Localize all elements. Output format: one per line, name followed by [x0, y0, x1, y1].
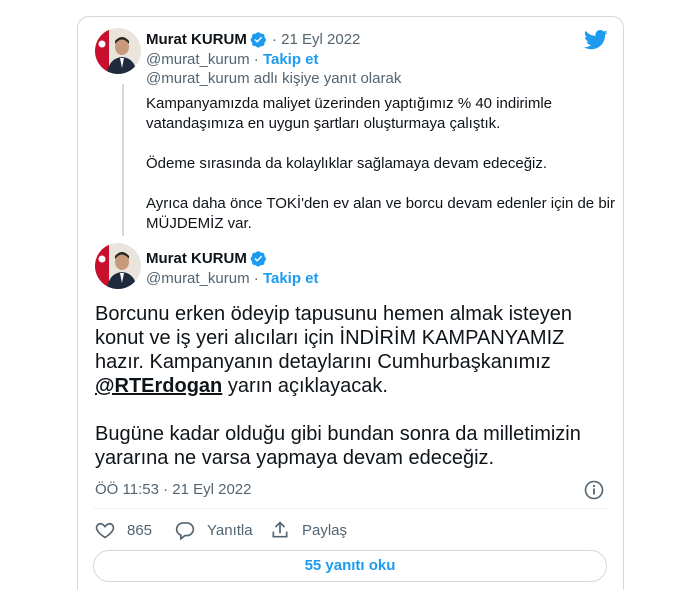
- like-count: 865: [127, 521, 153, 539]
- follow-button[interactable]: Takip et: [263, 51, 319, 68]
- tweet-paragraph: Ayrıca daha önce TOKİ'den ev alan ve bor…: [146, 195, 615, 232]
- mention-link[interactable]: @RTErdogan: [95, 375, 222, 397]
- date-text[interactable]: 21 Eyl 2022: [281, 31, 360, 48]
- tweet-paragraph: Borcunu erken ödeyip tapusunu hemen alma…: [95, 302, 615, 398]
- verified-badge-icon: [250, 250, 267, 272]
- author-name[interactable]: Murat KURUM: [146, 31, 247, 48]
- follow-button[interactable]: Takip et: [263, 270, 319, 287]
- tweet-timestamp[interactable]: ÖÖ 11:53 · 21 Eyl 2022: [95, 481, 251, 498]
- author-handle[interactable]: @murat_kurum: [146, 270, 250, 287]
- info-icon[interactable]: [584, 480, 604, 505]
- heart-icon: [95, 522, 115, 539]
- tweet-text-part: yarın açıklayacak.: [222, 375, 388, 397]
- divider: [93, 508, 607, 509]
- thread-line: [122, 84, 124, 236]
- tweet-paragraph: Kampanyamızda maliyet üzerinden yaptığım…: [146, 95, 553, 132]
- tweet-paragraph: Bugüne kadar olduğu gibi bundan sonra da…: [95, 423, 581, 469]
- handle-line: @murat_kurum · Takip et: [146, 51, 319, 68]
- author-name[interactable]: Murat KURUM: [146, 250, 247, 267]
- reply-context: @murat_kurum adlı kişiye yanıt olarak: [146, 70, 402, 87]
- share-icon: [272, 521, 288, 538]
- share-button[interactable]: Paylaş: [270, 520, 347, 540]
- quoted-tweet-text: Kampanyamızda maliyet üzerinden yaptığım…: [146, 94, 616, 254]
- reply-icon: [175, 522, 195, 540]
- main-tweet-text: Borcunu erken ödeyip tapusunu hemen alma…: [95, 302, 615, 494]
- date-separator: ·: [272, 31, 277, 48]
- tweet-text-part: Borcunu erken ödeyip tapusunu hemen alma…: [95, 303, 572, 373]
- author-handle[interactable]: @murat_kurum: [146, 51, 250, 68]
- handle-line: @murat_kurum · Takip et: [146, 270, 319, 287]
- reply-label: Yanıtla: [207, 521, 253, 539]
- avatar[interactable]: [95, 243, 141, 289]
- share-label: Paylaş: [302, 521, 348, 539]
- tweet-date[interactable]: · 21 Eyl 2022: [272, 31, 360, 48]
- twitter-bird-icon[interactable]: [583, 30, 608, 55]
- avatar[interactable]: [95, 28, 141, 74]
- tweet-paragraph: Ödeme sırasında da kolaylıklar sağlamaya…: [146, 155, 548, 172]
- like-button[interactable]: 865: [95, 520, 152, 540]
- verified-badge-icon: [250, 31, 267, 53]
- read-replies-button[interactable]: 55 yanıtı oku: [93, 550, 607, 582]
- reply-button[interactable]: Yanıtla: [175, 520, 253, 540]
